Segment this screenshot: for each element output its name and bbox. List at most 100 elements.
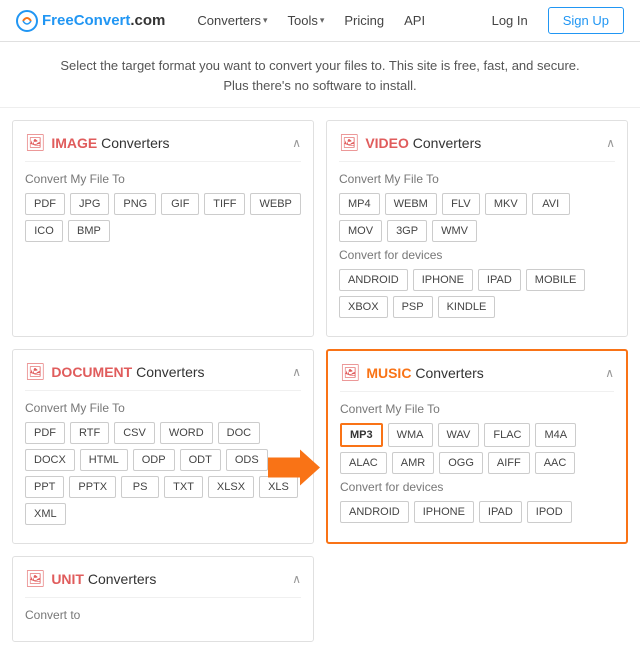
video-section-label: Convert My File To xyxy=(339,172,615,186)
nav-links: Converters▾ Tools▾ Pricing API xyxy=(189,9,479,32)
music-device-android[interactable]: ANDROID xyxy=(340,501,409,523)
device-btn-mobile[interactable]: MOBILE xyxy=(526,269,586,291)
format-btn-jpg[interactable]: JPG xyxy=(70,193,109,215)
format-btn-avi[interactable]: AVI xyxy=(532,193,570,215)
format-btn-gif[interactable]: GIF xyxy=(161,193,199,215)
device-btn-iphone[interactable]: IPHONE xyxy=(413,269,473,291)
document-collapse-icon[interactable]: ∧ xyxy=(292,365,301,379)
video-card-header: 🖼 VIDEO Converters ∧ xyxy=(339,133,615,162)
music-btn-aiff[interactable]: AIFF xyxy=(488,452,530,474)
doc-btn-ods[interactable]: ODS xyxy=(226,449,268,471)
music-device-ipod[interactable]: IPOD xyxy=(527,501,572,523)
music-btn-wma[interactable]: WMA xyxy=(388,423,433,447)
document-section-label: Convert My File To xyxy=(25,401,301,415)
device-btn-ipad[interactable]: IPAD xyxy=(478,269,521,291)
doc-btn-xml[interactable]: XML xyxy=(25,503,66,525)
signup-button[interactable]: Sign Up xyxy=(548,7,624,34)
device-btn-android[interactable]: ANDROID xyxy=(339,269,408,291)
doc-btn-rtf[interactable]: RTF xyxy=(70,422,109,444)
music-converter-card: 🖼 MUSIC Converters ∧ Convert My File To … xyxy=(326,349,628,544)
format-btn-tiff[interactable]: TIFF xyxy=(204,193,245,215)
video-format-grid: MP4 WEBM FLV MKV AVI MOV 3GP WMV xyxy=(339,193,615,242)
format-btn-bmp[interactable]: BMP xyxy=(68,220,110,242)
document-card-title: DOCUMENT Converters xyxy=(51,364,204,380)
music-card-title: MUSIC Converters xyxy=(366,365,483,381)
format-btn-ico[interactable]: ICO xyxy=(25,220,63,242)
nav-right: Log In Sign Up xyxy=(480,7,624,34)
doc-btn-ps[interactable]: PS xyxy=(121,476,159,498)
format-btn-mov[interactable]: MOV xyxy=(339,220,382,242)
format-btn-3gp[interactable]: 3GP xyxy=(387,220,427,242)
format-btn-webm[interactable]: WEBM xyxy=(385,193,437,215)
image-section-label: Convert My File To xyxy=(25,172,301,186)
document-format-grid: PDF RTF CSV WORD DOC DOCX HTML ODP ODT O… xyxy=(25,422,301,525)
nav-tools[interactable]: Tools▾ xyxy=(280,9,333,32)
doc-btn-docx[interactable]: DOCX xyxy=(25,449,75,471)
doc-btn-ppt[interactable]: PPT xyxy=(25,476,64,498)
logo-icon xyxy=(16,10,38,32)
image-converter-card: 🖼 IMAGE Converters ∧ Convert My File To … xyxy=(12,120,314,337)
doc-btn-pptx[interactable]: PPTX xyxy=(69,476,116,498)
format-btn-pdf[interactable]: PDF xyxy=(25,193,65,215)
video-converter-card: 🖼 VIDEO Converters ∧ Convert My File To … xyxy=(326,120,628,337)
device-btn-xbox[interactable]: XBOX xyxy=(339,296,388,318)
format-btn-wmv[interactable]: WMV xyxy=(432,220,477,242)
login-button[interactable]: Log In xyxy=(480,8,540,33)
format-btn-png[interactable]: PNG xyxy=(114,193,156,215)
doc-btn-txt[interactable]: TXT xyxy=(164,476,203,498)
format-btn-mp4[interactable]: MP4 xyxy=(339,193,380,215)
doc-btn-xlsx[interactable]: XLSX xyxy=(208,476,254,498)
music-card-header: 🖼 MUSIC Converters ∧ xyxy=(340,363,614,392)
nav-api[interactable]: API xyxy=(396,9,433,32)
chevron-down-icon: ▾ xyxy=(263,15,268,26)
music-collapse-icon[interactable]: ∧ xyxy=(605,366,614,380)
doc-btn-odt[interactable]: ODT xyxy=(180,449,221,471)
doc-btn-pdf[interactable]: PDF xyxy=(25,422,65,444)
music-btn-ogg[interactable]: OGG xyxy=(439,452,483,474)
music-section-label: Convert My File To xyxy=(340,402,614,416)
music-btn-alac[interactable]: ALAC xyxy=(340,452,387,474)
format-btn-webp[interactable]: WEBP xyxy=(250,193,300,215)
unit-section-label: Convert to xyxy=(25,608,301,622)
music-btn-aac[interactable]: AAC xyxy=(535,452,576,474)
music-btn-mp3[interactable]: MP3 xyxy=(340,423,383,447)
music-btn-flac[interactable]: FLAC xyxy=(484,423,530,447)
doc-btn-html[interactable]: HTML xyxy=(80,449,128,471)
doc-btn-odp[interactable]: ODP xyxy=(133,449,175,471)
logo-text: FreeConvert.com xyxy=(42,12,165,29)
unit-card-title: UNIT Converters xyxy=(51,571,156,587)
document-card-header: 🖼 DOCUMENT Converters ∧ xyxy=(25,362,301,391)
music-device-iphone[interactable]: IPHONE xyxy=(414,501,474,523)
music-btn-amr[interactable]: AMR xyxy=(392,452,434,474)
nav-pricing[interactable]: Pricing xyxy=(336,9,392,32)
doc-btn-csv[interactable]: CSV xyxy=(114,422,155,444)
image-format-grid: PDF JPG PNG GIF TIFF WEBP ICO BMP xyxy=(25,193,301,242)
music-device-ipad[interactable]: IPAD xyxy=(479,501,522,523)
music-format-grid: MP3 WMA WAV FLAC M4A ALAC AMR OGG AIFF A… xyxy=(340,423,614,474)
device-btn-psp[interactable]: PSP xyxy=(393,296,433,318)
image-card-title: IMAGE Converters xyxy=(51,135,169,151)
logo[interactable]: FreeConvert.com xyxy=(16,10,165,32)
unit-card-icon: 🖼 xyxy=(25,569,45,589)
video-card-icon: 🖼 xyxy=(339,133,359,153)
unit-card-header: 🖼 UNIT Converters ∧ xyxy=(25,569,301,598)
device-btn-kindle[interactable]: KINDLE xyxy=(438,296,496,318)
image-card-header: 🖼 IMAGE Converters ∧ xyxy=(25,133,301,162)
unit-collapse-icon[interactable]: ∧ xyxy=(292,572,301,586)
document-card-icon: 🖼 xyxy=(25,362,45,382)
image-collapse-icon[interactable]: ∧ xyxy=(292,136,301,150)
chevron-down-icon: ▾ xyxy=(320,15,325,26)
converter-grid: 🖼 IMAGE Converters ∧ Convert My File To … xyxy=(0,108,640,654)
document-converter-card: 🖼 DOCUMENT Converters ∧ Convert My File … xyxy=(12,349,314,544)
video-collapse-icon[interactable]: ∧ xyxy=(606,136,615,150)
music-btn-m4a[interactable]: M4A xyxy=(535,423,576,447)
format-btn-flv[interactable]: FLV xyxy=(442,193,480,215)
music-btn-wav[interactable]: WAV xyxy=(438,423,480,447)
doc-btn-doc[interactable]: DOC xyxy=(218,422,260,444)
doc-btn-word[interactable]: WORD xyxy=(160,422,213,444)
video-device-grid: ANDROID IPHONE IPAD MOBILE XBOX PSP KIND… xyxy=(339,269,615,318)
music-device-grid: ANDROID IPHONE IPAD IPOD xyxy=(340,501,614,523)
video-device-label: Convert for devices xyxy=(339,248,615,262)
format-btn-mkv[interactable]: MKV xyxy=(485,193,527,215)
nav-converters[interactable]: Converters▾ xyxy=(189,9,275,32)
